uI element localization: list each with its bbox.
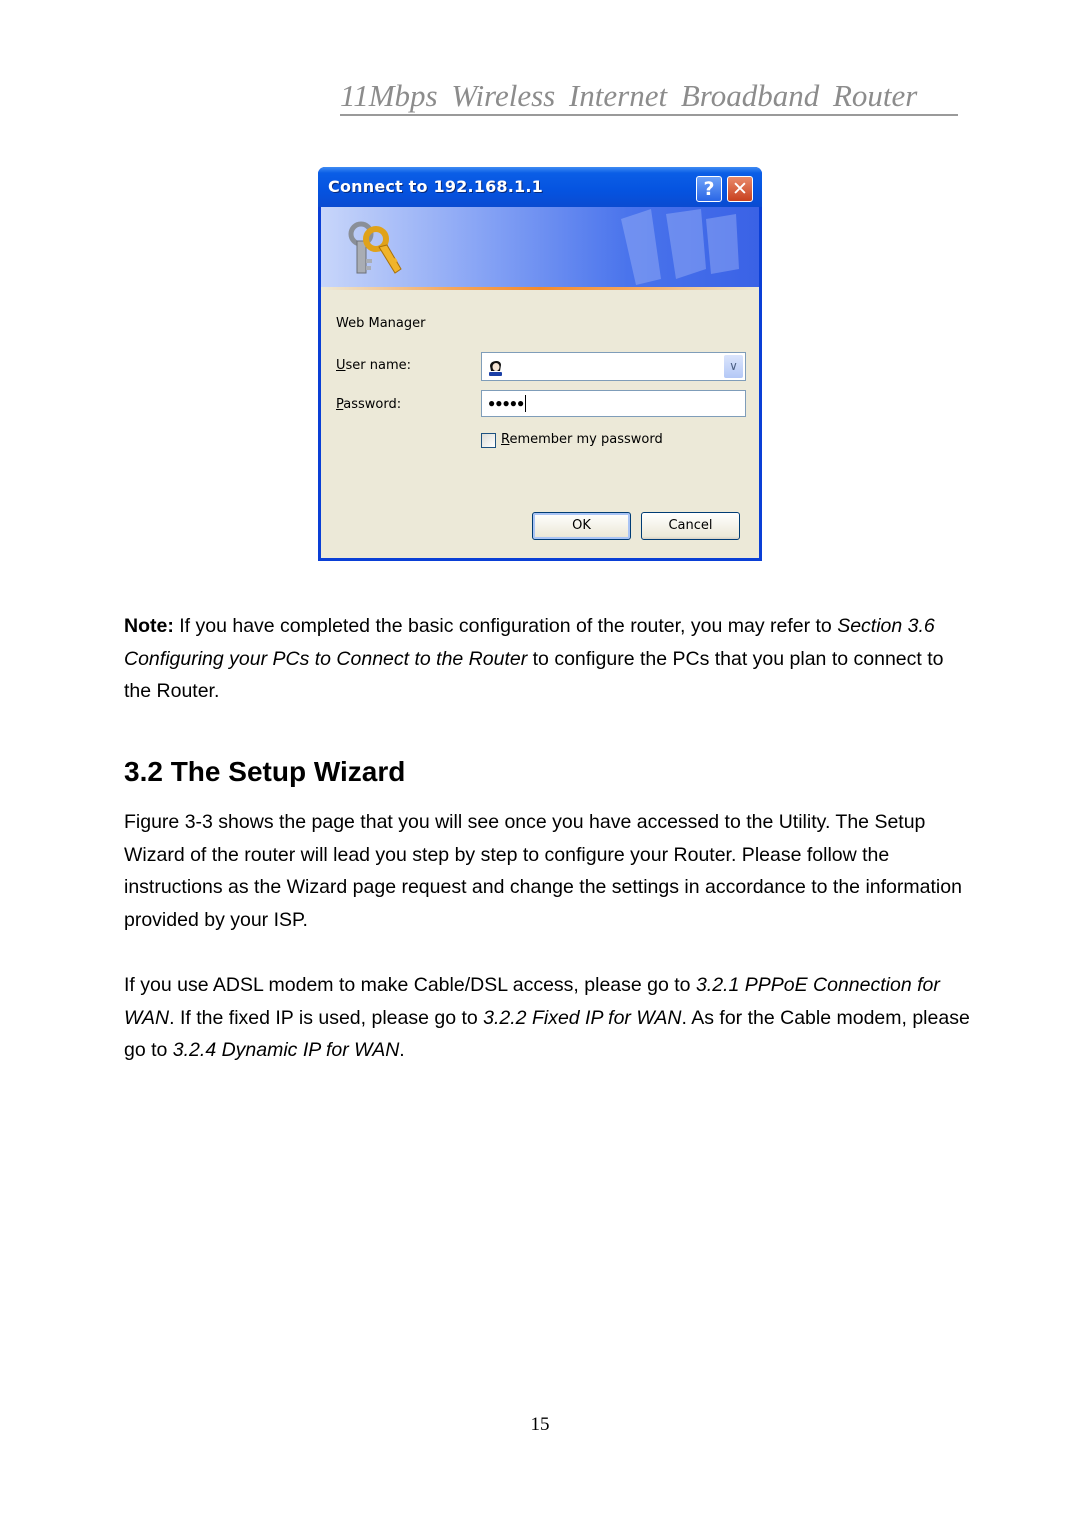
- note-paragraph: Note: If you have completed the basic co…: [124, 610, 974, 708]
- close-button[interactable]: ✕: [727, 176, 753, 202]
- dialog-titlebar[interactable]: Connect to 192.168.1.1 ? ✕: [318, 167, 762, 207]
- username-dropdown-button[interactable]: ∨: [724, 355, 743, 378]
- help-button[interactable]: ?: [696, 176, 722, 202]
- close-icon: ✕: [732, 178, 748, 200]
- username-accel: U: [336, 358, 346, 373]
- dialog-title: Connect to 192.168.1.1: [328, 177, 543, 196]
- note-text-1: If you have completed the basic configur…: [173, 615, 838, 637]
- para2-text-2: . If the fixed IP is used, please go to: [169, 1006, 484, 1029]
- password-label-text: assword:: [343, 397, 402, 412]
- remember-password-label[interactable]: Remember my password: [501, 432, 663, 447]
- connection-paragraph: If you use ADSL modem to make Cable/DSL …: [124, 969, 974, 1067]
- realm-label: Web Manager: [336, 316, 426, 331]
- username-label: User name:: [336, 358, 411, 373]
- ok-button[interactable]: OK: [532, 512, 631, 540]
- chevron-down-icon: ∨: [729, 359, 738, 373]
- banner-divider: [321, 287, 759, 290]
- help-icon: ?: [703, 178, 715, 200]
- remember-password-checkbox[interactable]: [481, 433, 496, 448]
- password-input[interactable]: ●●●●●: [481, 390, 746, 417]
- para2-text-1: If you use ADSL modem to make Cable/DSL …: [124, 974, 696, 996]
- remember-label-text: emember my password: [509, 432, 663, 447]
- keys-icon: [348, 221, 402, 274]
- para2-text-4: .: [399, 1039, 405, 1061]
- fixed-ip-reference: 3.2.2 Fixed IP for WAN: [483, 1006, 682, 1029]
- login-dialog: Connect to 192.168.1.1 ? ✕ Web Manager U…: [318, 167, 762, 561]
- username-label-text: ser name:: [345, 358, 412, 373]
- note-label: Note:: [124, 615, 174, 637]
- section-heading: 3.2 The Setup Wizard: [124, 756, 406, 787]
- wizard-paragraph: Figure 3-3 shows the page that you will …: [124, 811, 962, 931]
- user-avatar-icon: [489, 360, 502, 376]
- cancel-button[interactable]: Cancel: [641, 512, 740, 540]
- running-header: 11Mbps Wireless Internet Broadband Route…: [340, 78, 958, 116]
- dynamic-ip-reference: 3.2.4 Dynamic IP for WAN: [172, 1039, 400, 1061]
- text-caret: [525, 395, 527, 413]
- dialog-banner: [321, 207, 759, 287]
- page-number: 15: [530, 1414, 550, 1435]
- password-label: Password:: [336, 397, 401, 412]
- username-combobox[interactable]: ∨: [481, 352, 746, 381]
- dialog-body: Web Manager User name: ∨ Password: ●●●●●…: [321, 207, 759, 558]
- watermark-keys-icon: [621, 209, 739, 285]
- password-mask: ●●●●●: [488, 396, 525, 410]
